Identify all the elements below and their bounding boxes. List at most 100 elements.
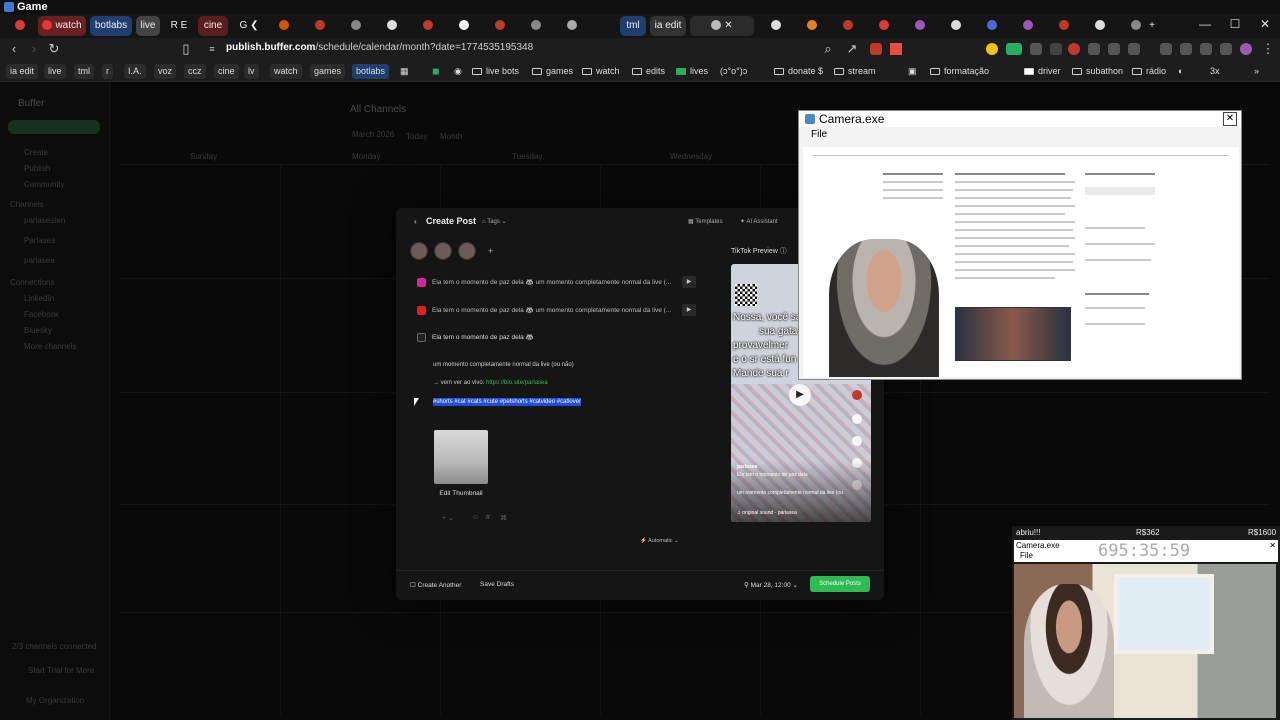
bookmark-item[interactable]: lives — [672, 64, 712, 79]
tab-24[interactable] — [940, 16, 974, 36]
bookmark-item[interactable]: lv — [244, 64, 259, 79]
bookmark-folder[interactable]: stream — [830, 64, 880, 79]
tab-22[interactable] — [868, 16, 902, 36]
channel-avatar[interactable] — [458, 242, 476, 260]
close-icon[interactable]: ✕ — [1269, 541, 1276, 550]
extension-icon[interactable] — [1068, 43, 1080, 55]
extension-icon[interactable] — [1180, 43, 1192, 55]
bookmark-item[interactable]: (ↄ°o°)ↄ — [716, 64, 751, 79]
close-icon[interactable]: ✕ — [724, 20, 732, 31]
menu-icon[interactable]: ⋮ — [1260, 41, 1276, 57]
tab-26[interactable] — [1012, 16, 1046, 36]
bookmark-item[interactable]: cine — [214, 64, 239, 79]
bookmark-icon[interactable]: ▣ — [904, 64, 921, 79]
bookmark-item[interactable]: games — [310, 64, 346, 79]
bookmark-folder[interactable]: games — [528, 64, 577, 79]
bookmark-item[interactable]: ia edit — [6, 64, 39, 79]
schedule-date-button[interactable]: ⚲ Mar 28, 12:00 ⌄ — [744, 581, 798, 589]
tab-21[interactable] — [832, 16, 866, 36]
close-icon[interactable]: ✕ — [1223, 112, 1237, 126]
editor-line[interactable]: → vem ver ao vivo: https://bio.site/parl… — [433, 380, 548, 386]
zoom-icon[interactable]: ⌕ — [820, 41, 836, 57]
tab-8[interactable] — [304, 16, 338, 36]
sidebar-item[interactable]: Publish — [24, 164, 50, 173]
hashtag-icon[interactable]: # — [486, 514, 490, 521]
bookmark-folder[interactable]: donate $ — [770, 64, 827, 79]
forward-icon[interactable]: › — [26, 41, 42, 57]
tab-12[interactable] — [448, 16, 482, 36]
extension-icon[interactable] — [1220, 43, 1232, 55]
bookmark-icon[interactable]: ▯ — [178, 41, 194, 57]
editor-first-line[interactable]: Ela tem o momento de paz dela 🦝 — [432, 333, 534, 341]
extension-icon[interactable] — [890, 43, 902, 55]
file-menu[interactable]: File — [1020, 551, 1033, 560]
info-icon[interactable]: ⓘ — [780, 248, 787, 255]
tab-re[interactable]: R E — [164, 16, 194, 36]
schedule-posts-button[interactable]: Schedule Posts — [810, 576, 870, 592]
bookmark-item[interactable]: I.A. — [124, 64, 146, 79]
bookmark-item[interactable]: watch — [270, 64, 302, 79]
bookmark-item[interactable]: r — [102, 64, 113, 79]
tab-buffer-active[interactable]: ✕ — [690, 16, 754, 36]
bookmark-folder[interactable]: watch — [578, 64, 624, 79]
editor-link[interactable]: https://bio.site/parlasea — [486, 380, 548, 386]
new-post-button[interactable] — [8, 120, 100, 134]
back-icon[interactable]: ‹ — [6, 41, 22, 57]
tags-button[interactable]: ⌂ Tags ⌄ — [482, 218, 507, 225]
channel-caption-row[interactable]: Ela tem o momento de paz dela 🦝 um momen… — [410, 303, 710, 319]
tab-23[interactable] — [904, 16, 938, 36]
puzzle-icon[interactable] — [1200, 43, 1212, 55]
channel-avatar[interactable] — [410, 242, 428, 260]
add-media-icon[interactable]: + ⌄ — [442, 514, 454, 522]
tab-13[interactable] — [484, 16, 518, 36]
close-window-icon[interactable]: ✕ — [1250, 14, 1280, 34]
bookmark-icon[interactable]: ◼ — [428, 64, 443, 79]
extension-icon[interactable] — [1108, 43, 1120, 55]
tab-19[interactable] — [760, 16, 794, 36]
tab-27[interactable] — [1048, 16, 1082, 36]
tab-live[interactable]: live — [136, 16, 160, 36]
bookmark-item[interactable]: ccz — [184, 64, 206, 79]
bookmark-folder[interactable]: edits — [628, 64, 669, 79]
file-menu[interactable]: File — [811, 129, 827, 140]
edit-thumbnail-button[interactable]: Edit Thumbnail — [434, 490, 488, 497]
tab-0[interactable] — [4, 16, 38, 36]
sidebar-item[interactable]: Bluesky — [24, 326, 52, 335]
tab-11[interactable] — [412, 16, 446, 36]
organization-name[interactable]: My Organization — [26, 696, 84, 705]
sidebar-channel[interactable]: parlasea — [24, 256, 55, 265]
tab-28[interactable] — [1084, 16, 1118, 36]
bookmark-folder[interactable]: live bots — [468, 64, 523, 79]
video-thumbnail[interactable] — [434, 430, 488, 484]
bookmark-folder[interactable]: driver — [1020, 64, 1065, 79]
camera-window-titlebar[interactable]: Camera.exe — [799, 111, 1241, 127]
tab-7[interactable] — [268, 16, 302, 36]
bookmark-item[interactable]: tml — [74, 64, 94, 79]
extension-icon[interactable] — [986, 43, 998, 55]
channel-caption-row[interactable]: Ela tem o momento de paz dela 🦝 um momen… — [410, 275, 710, 291]
extension-icon[interactable] — [1006, 43, 1022, 55]
extension-icon[interactable] — [1050, 43, 1062, 55]
start-trial-link[interactable]: Start Trial for More — [28, 666, 94, 675]
extension-icon[interactable] — [870, 43, 882, 55]
bookmark-icon[interactable]: ◐ — [1174, 64, 1187, 79]
tab-10[interactable] — [376, 16, 410, 36]
site-info-icon[interactable]: ≡ — [204, 41, 220, 57]
play-icon[interactable]: ▶ — [682, 304, 696, 316]
bookmark-item[interactable]: 3x — [1206, 64, 1224, 79]
extension-icon[interactable] — [1128, 43, 1140, 55]
play-icon[interactable]: ▶ — [682, 276, 696, 288]
bookmark-item[interactable]: voz — [154, 64, 177, 79]
profile-icon[interactable] — [1240, 43, 1252, 55]
address-bar[interactable]: publish.buffer.com/schedule/calendar/mon… — [226, 42, 533, 53]
bookmark-folder[interactable]: formatação — [926, 64, 993, 79]
magic-icon[interactable]: ⌘ — [500, 514, 507, 522]
sidebar-item[interactable]: More channels — [24, 342, 76, 351]
share-icon[interactable]: ↗ — [844, 41, 860, 57]
play-icon[interactable]: ▶ — [789, 384, 811, 406]
sidebar-channel[interactable]: parlasesten — [24, 216, 65, 225]
automatic-select[interactable]: ⚡ Automatic ⌄ — [640, 538, 679, 544]
sidebar-item[interactable]: Create — [24, 148, 48, 157]
new-tab-button[interactable]: + — [1144, 16, 1160, 36]
sidebar-item[interactable]: Community — [24, 180, 64, 189]
